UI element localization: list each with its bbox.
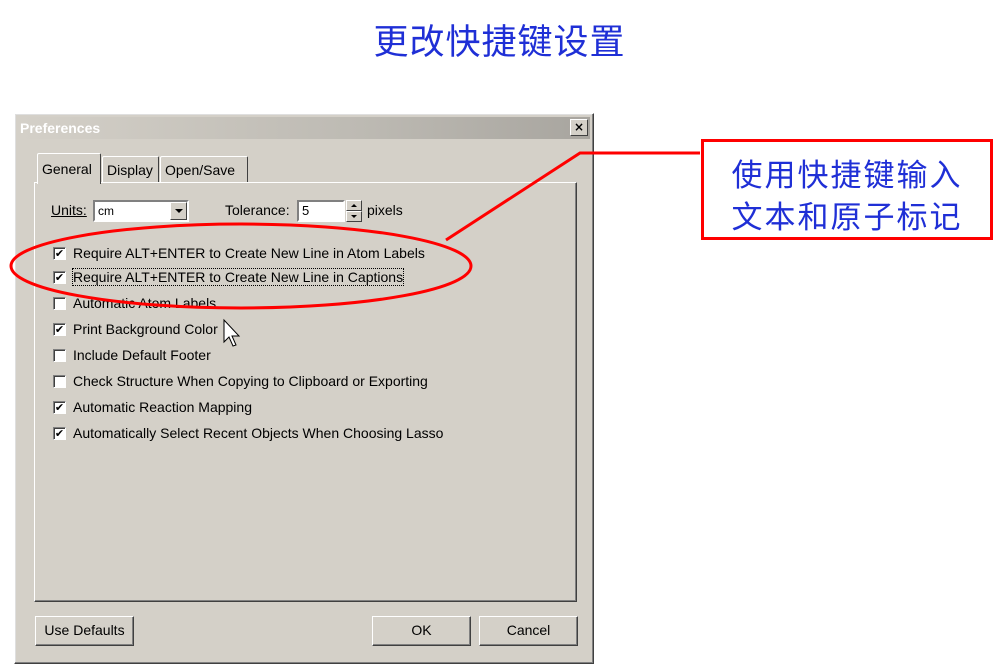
close-button[interactable]: × — [570, 119, 588, 136]
check-icon[interactable]: ✔ — [53, 427, 66, 440]
callout-box: 使用快捷键输入 文本和原子标记 — [701, 139, 993, 240]
tab-general-label: General — [42, 161, 92, 177]
checkbox-empty[interactable] — [53, 375, 66, 388]
tab-display-label: Display — [107, 162, 153, 178]
callout-line-2: 文本和原子标记 — [731, 200, 963, 236]
check-icon[interactable]: ✔ — [53, 401, 66, 414]
chevron-down-icon[interactable] — [170, 202, 187, 220]
spin-up-icon[interactable] — [346, 200, 362, 211]
checkbox-label: Automatically Select Recent Objects When… — [73, 425, 444, 441]
tab-general[interactable]: General — [37, 153, 101, 184]
tolerance-input[interactable]: 5 — [297, 200, 345, 222]
checkbox-label: Require ALT+ENTER to Create New Line in … — [71, 268, 405, 286]
checkbox-label: Require ALT+ENTER to Create New Line in … — [73, 245, 425, 261]
checkbox-label: Print Background Color — [73, 321, 218, 337]
units-select[interactable]: cm — [93, 200, 189, 222]
units-label: Units: — [51, 202, 87, 218]
cancel-button[interactable]: Cancel — [479, 616, 578, 646]
tab-display[interactable]: Display — [102, 156, 159, 182]
tab-open-save[interactable]: Open/Save — [160, 156, 248, 182]
checkbox-label: Automatic Reaction Mapping — [73, 399, 252, 415]
checkbox-label: Include Default Footer — [73, 347, 211, 363]
use-defaults-button[interactable]: Use Defaults — [35, 616, 134, 646]
ok-button[interactable]: OK — [372, 616, 471, 646]
dialog-titlebar[interactable]: Preferences × — [18, 117, 590, 139]
check-icon[interactable]: ✔ — [53, 247, 66, 260]
checkbox-label: Check Structure When Copying to Clipboar… — [73, 373, 428, 389]
spin-down-icon[interactable] — [346, 211, 362, 222]
slide-title: 更改快捷键设置 — [373, 23, 626, 63]
checkbox-empty[interactable] — [53, 349, 66, 362]
close-icon: × — [573, 120, 585, 134]
check-icon[interactable]: ✔ — [53, 271, 66, 284]
check-icon[interactable]: ✔ — [53, 323, 66, 336]
checkbox-label: Automatic Atom Labels — [73, 295, 217, 311]
preferences-dialog: Preferences × General Display Open/Save … — [14, 113, 594, 664]
tolerance-stepper[interactable] — [346, 200, 362, 222]
dialog-title: Preferences — [20, 120, 101, 136]
checkbox-empty[interactable] — [53, 297, 66, 310]
tab-open-save-label: Open/Save — [165, 162, 236, 178]
tolerance-unit: pixels — [367, 202, 403, 218]
units-value: cm — [98, 204, 114, 218]
tolerance-label: Tolerance: — [225, 202, 290, 218]
callout-line-1: 使用快捷键输入 — [731, 158, 963, 194]
